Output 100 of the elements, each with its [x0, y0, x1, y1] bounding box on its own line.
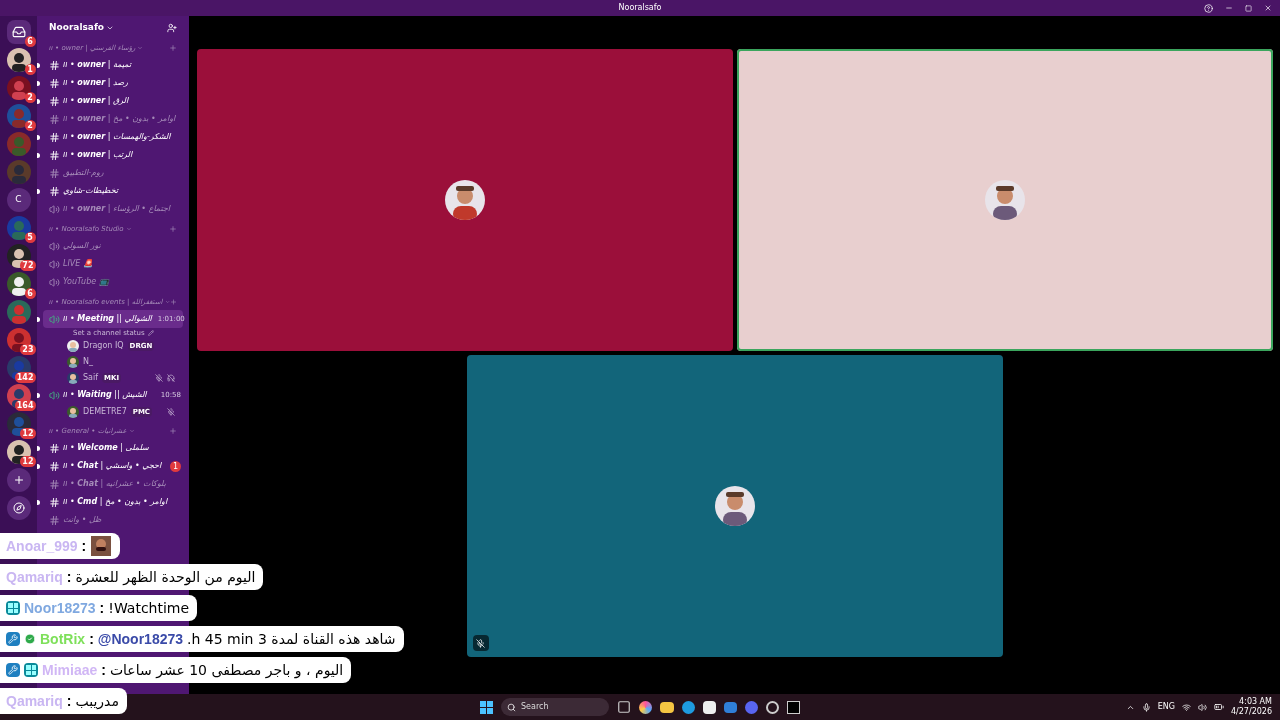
- video-tile[interactable]: [736, 49, 1273, 351]
- separator: :: [101, 660, 106, 680]
- close-icon[interactable]: [1264, 4, 1272, 12]
- chat-username: Noor18273: [24, 598, 96, 618]
- microphone-icon[interactable]: [1141, 702, 1151, 712]
- separator: :: [81, 536, 87, 556]
- channel-name: LIVE 🚨: [63, 258, 93, 270]
- separator: :: [66, 567, 72, 587]
- chat-text: شاهد هذه القناة لمدة 3 h 45 min.: [187, 629, 396, 649]
- channel-item[interactable]: LIVE 🚨: [43, 255, 183, 273]
- invite-icon[interactable]: [167, 23, 177, 33]
- unread-pill: [37, 134, 40, 140]
- pencil-icon: [147, 330, 154, 336]
- speaker-icon: [49, 240, 60, 252]
- channel-name: نور السولي: [63, 240, 101, 252]
- mention-badge: 23: [20, 344, 36, 355]
- mention-badge: 164: [14, 400, 36, 411]
- copilot-icon[interactable]: [639, 700, 652, 714]
- chat-text: مدريبب: [75, 691, 119, 712]
- channel-name: YouTube 📺: [63, 276, 109, 288]
- mention-badge: 2: [24, 120, 36, 131]
- member-name: N_: [83, 356, 93, 368]
- speaker-icon: [49, 258, 60, 270]
- chevron-icon: [137, 45, 144, 51]
- mention: @Noor18273: [97, 629, 184, 649]
- unread-pill: [37, 392, 40, 398]
- hash-icon: [49, 496, 60, 508]
- separator: :: [66, 691, 72, 711]
- chat-username: Qamariq: [6, 691, 63, 711]
- server-name[interactable]: Nooralsafo: [49, 21, 105, 35]
- channel-name: روم-التطبيق: [63, 167, 104, 179]
- wifi-icon[interactable]: [1181, 702, 1191, 712]
- minimize-icon[interactable]: [1225, 4, 1233, 12]
- video-tile[interactable]: [466, 355, 1003, 657]
- app-icon[interactable]: [766, 700, 779, 714]
- mention-badge: 12: [20, 428, 36, 439]
- search-field[interactable]: Search: [501, 698, 609, 716]
- channel-item[interactable]: YouTube 📺: [43, 273, 183, 291]
- mention-badge: 2: [24, 92, 36, 103]
- chat-username: Anoar_999: [6, 536, 78, 556]
- hash-icon: [49, 442, 60, 454]
- language-indicator[interactable]: ENG: [1157, 701, 1175, 713]
- window-title: Nooralsafo: [618, 2, 662, 14]
- home-button[interactable]: [6, 20, 31, 44]
- unread-pill: [37, 62, 40, 68]
- start-icon[interactable]: [480, 700, 493, 714]
- hash-icon: [49, 167, 60, 179]
- task-view-icon[interactable]: [617, 700, 631, 714]
- channel-name: ظل • وانث: [63, 514, 102, 526]
- chat-username: Mimiaae: [42, 660, 98, 680]
- add-server-button[interactable]: [6, 468, 31, 492]
- unread-pill: [37, 316, 40, 322]
- volume-icon[interactable]: [1197, 702, 1207, 712]
- unread-pill: [37, 499, 40, 505]
- plus-icon: [12, 474, 25, 486]
- speaker-icon: [49, 203, 60, 215]
- hash-icon: [49, 131, 60, 143]
- help-icon[interactable]: [1204, 3, 1213, 13]
- channel-item[interactable]: نور السولي: [43, 237, 183, 255]
- mention-badge: 6: [24, 288, 36, 299]
- hash-icon: [49, 77, 60, 89]
- speaker-icon: [49, 313, 60, 325]
- chevron-icon: [106, 24, 115, 32]
- unread-pill: [37, 188, 40, 194]
- compass-icon: [12, 502, 25, 514]
- app-icon[interactable]: [787, 700, 800, 714]
- channel-name: تخطيطات-شاوي: [63, 185, 119, 197]
- mention-badge: 1: [170, 460, 181, 472]
- hash-icon: [49, 460, 60, 472]
- chevron-icon: [125, 226, 132, 232]
- video-tile[interactable]: [196, 49, 733, 351]
- clock[interactable]: 4:03 AM 4/27/2026: [1230, 697, 1272, 717]
- battery-icon[interactable]: [1213, 702, 1224, 712]
- unread-pill: [37, 445, 40, 451]
- mention-badge: 142: [14, 372, 36, 383]
- channel-item[interactable]: تخطيطات-شاوي: [43, 182, 183, 200]
- hash-icon: [49, 59, 60, 71]
- chat-text: اليوم من الوحدة الظهر للعشرة: [75, 567, 256, 588]
- server-icon[interactable]: C: [6, 188, 31, 212]
- separator: :: [99, 598, 105, 618]
- chat-username: BotRix: [40, 629, 86, 649]
- mention-badge: 72: [20, 260, 36, 271]
- member-name: DEMETRE7: [83, 406, 127, 418]
- discover-button[interactable]: [6, 496, 31, 520]
- chevron-icon: [128, 428, 135, 434]
- speaker-icon: [49, 389, 60, 401]
- channel-item[interactable]: ظل • وانث: [43, 511, 183, 529]
- add-channel-icon[interactable]: [169, 298, 177, 306]
- chat-text: !Watchtime: [108, 598, 190, 618]
- chat-text: اليوم ، و باجر مصطفى 10 عشر ساعات: [109, 660, 344, 681]
- separator: :: [89, 629, 94, 649]
- unread-pill: [37, 463, 40, 469]
- unread-pill: [37, 80, 40, 86]
- voice-member[interactable]: N_: [43, 354, 183, 370]
- hash-icon: [49, 185, 60, 197]
- channel-item[interactable]: روم-التطبيق: [43, 164, 183, 182]
- unread-pill: [37, 152, 40, 158]
- chat-username: Qamariq: [6, 567, 63, 587]
- maximize-icon[interactable]: [1245, 4, 1252, 12]
- hash-icon: [49, 149, 60, 161]
